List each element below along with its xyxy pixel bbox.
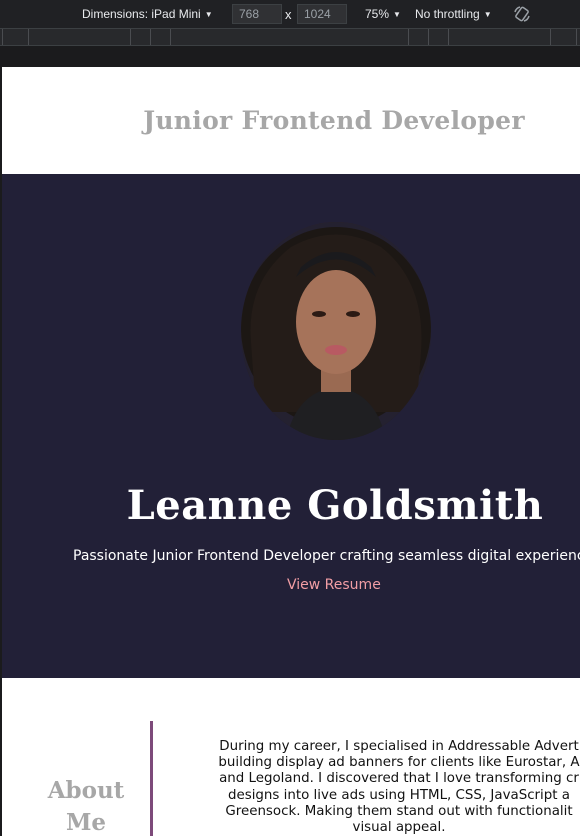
hero-section: Leanne Goldsmith Passionate Junior Front… xyxy=(2,174,580,678)
rotate-icon[interactable] xyxy=(513,5,531,23)
ruler-tick xyxy=(170,29,171,45)
about-divider xyxy=(150,721,153,836)
device-width-input[interactable] xyxy=(232,4,282,24)
hero-name: Leanne Goldsmith xyxy=(126,482,544,529)
ruler-tick xyxy=(28,29,29,45)
device-dimensions-label: Dimensions: iPad Mini xyxy=(82,7,201,21)
ruler-tick xyxy=(576,29,577,45)
throttling-dropdown[interactable]: No throttling ▼ xyxy=(415,7,492,21)
dimension-separator: x xyxy=(285,7,292,22)
ruler-tick xyxy=(2,29,3,45)
zoom-dropdown[interactable]: 75% ▼ xyxy=(365,7,401,21)
throttling-label: No throttling xyxy=(415,7,480,21)
view-resume-link[interactable]: View Resume xyxy=(287,577,381,593)
site-header: Junior Frontend Developer xyxy=(2,67,580,174)
ruler-tick xyxy=(448,29,449,45)
profile-photo xyxy=(241,222,431,440)
zoom-label: 75% xyxy=(365,7,390,21)
about-section: About Me During my career, I specialised… xyxy=(2,678,580,836)
ruler-tick xyxy=(150,29,151,45)
site-header-title: Junior Frontend Developer xyxy=(143,106,525,135)
caret-down-icon: ▼ xyxy=(204,9,213,19)
ruler-tick xyxy=(130,29,131,45)
ruler-tick xyxy=(408,29,409,45)
ruler-tick xyxy=(428,29,429,45)
hero-tagline: Passionate Junior Frontend Developer cra… xyxy=(73,548,580,564)
about-title: About Me xyxy=(47,777,125,836)
device-viewport: Junior Frontend Developer Leanne Goldsmi… xyxy=(2,67,580,836)
media-query-ruler xyxy=(0,28,580,46)
devtools-device-toolbar: Dimensions: iPad Mini ▼ x 75% ▼ No throt… xyxy=(0,0,580,28)
caret-down-icon: ▼ xyxy=(483,9,492,19)
device-height-input[interactable] xyxy=(297,4,347,24)
caret-down-icon: ▼ xyxy=(393,9,401,19)
device-dimensions-dropdown[interactable]: Dimensions: iPad Mini ▼ xyxy=(82,7,213,21)
about-text: During my career, I specialised in Addre… xyxy=(218,739,580,836)
ruler-tick xyxy=(550,29,551,45)
profile-photo-illustration xyxy=(241,222,431,440)
